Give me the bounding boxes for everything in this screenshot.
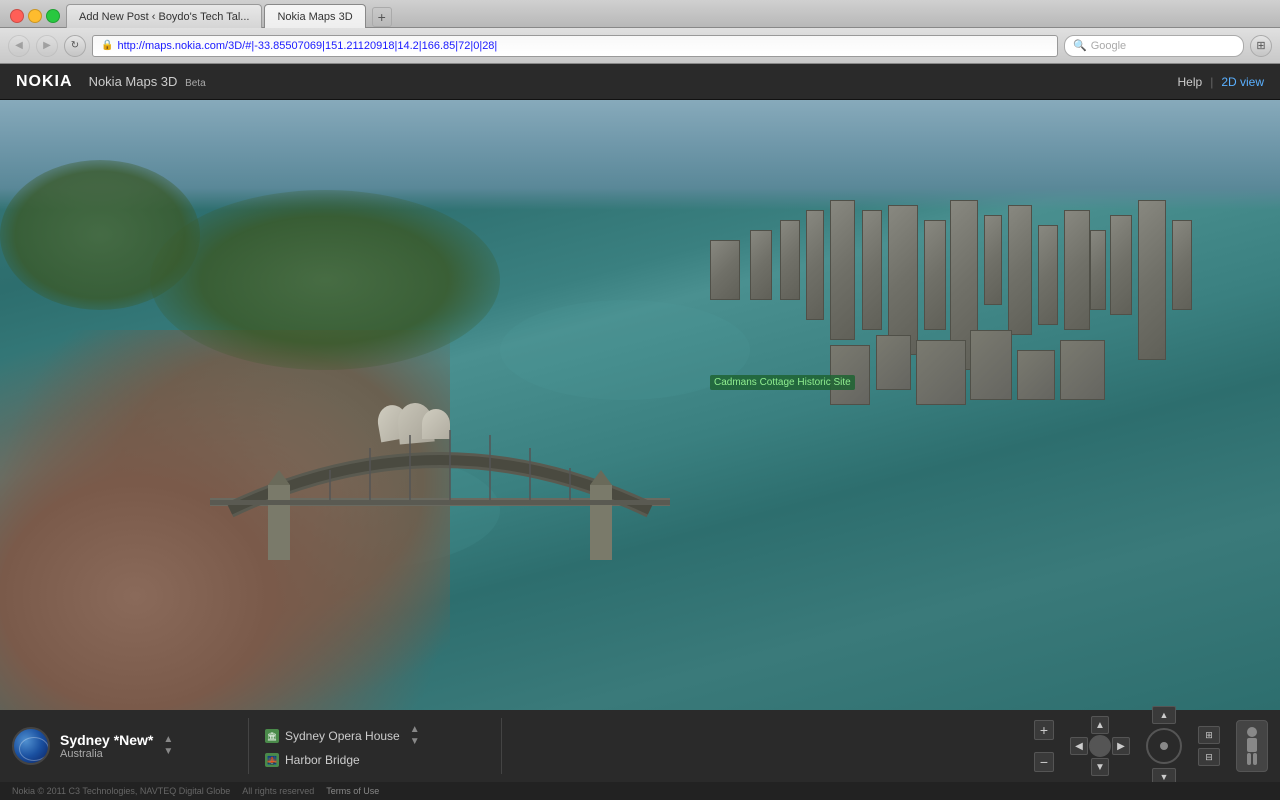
pan-up-button[interactable]: ▲ (1091, 716, 1109, 734)
rss-button[interactable]: ⊞ (1250, 35, 1272, 57)
tilt-controls: ▲ ▼ (1146, 706, 1182, 786)
poi-icon-1: 🏛 (265, 729, 279, 743)
poi-1-down[interactable]: ▼ (410, 737, 420, 747)
harbor-bridge (180, 430, 700, 560)
directional-pad: ▲ ▼ ◀ ▶ (1070, 716, 1130, 776)
reload-button[interactable]: ↻ (64, 35, 86, 57)
poi-section: 🏛 Sydney Opera House ▲ ▼ 🌉 Harbor Bridge (265, 710, 485, 782)
search-field[interactable]: 🔍 Google (1064, 35, 1244, 57)
pan-left-button[interactable]: ◀ (1070, 737, 1088, 755)
forward-button[interactable]: ▶ (36, 35, 58, 57)
tilt-indicator (1160, 742, 1168, 750)
app-bar: NOKIA Nokia Maps 3D Beta Help | 2D view (0, 64, 1280, 100)
browser-window: Add New Post ‹ Boydo's Tech Tal... Nokia… (0, 0, 1280, 800)
footer-copyright: Nokia © 2011 C3 Technologies, NAVTEQ Dig… (12, 786, 230, 796)
minimize-button[interactable] (28, 9, 42, 23)
navigation-controls: + − ▲ ▼ ◀ ▶ ▲ ▼ (1034, 710, 1268, 782)
back-button[interactable]: ◀ (8, 35, 30, 57)
poi-label-1: Sydney Opera House (285, 729, 400, 743)
tilt-up-button[interactable]: ▲ (1152, 706, 1176, 724)
location-down-arrow[interactable]: ▼ (163, 747, 173, 757)
parkland-west (0, 160, 200, 310)
new-tab-button[interactable]: + (372, 7, 392, 27)
bottom-main: Sydney *New* Australia ▲ ▼ 🏛 Sydney Oper… (0, 710, 1280, 782)
tab-bar: Add New Post ‹ Boydo's Tech Tal... Nokia… (0, 0, 1280, 28)
address-text: http://maps.nokia.com/3D/#|-33.85507069|… (117, 40, 1049, 52)
nokia-logo: NOKIA (16, 73, 73, 91)
poi-1-up[interactable]: ▲ (410, 725, 420, 735)
close-button[interactable] (10, 9, 24, 23)
sky-layer (0, 100, 1280, 210)
divider-2 (501, 718, 502, 774)
poi-item-2: 🌉 Harbor Bridge (265, 753, 485, 767)
view-mode-controls: ⊞ ⊟ (1198, 726, 1220, 766)
address-field[interactable]: 🔒 http://maps.nokia.com/3D/#|-33.8550706… (92, 35, 1058, 57)
app-title: Nokia Maps 3D Beta (89, 74, 206, 89)
search-icon: 🔍 (1073, 39, 1087, 52)
tab-nokia[interactable]: Nokia Maps 3D (264, 4, 365, 28)
view-mode-btn-1[interactable]: ⊞ (1198, 726, 1220, 744)
map-container[interactable]: Cadmans Cottage Historic Site (0, 100, 1280, 710)
pan-down-button[interactable]: ▼ (1091, 758, 1109, 776)
cadmans-cottage-label: Cadmans Cottage Historic Site (710, 375, 855, 390)
zoom-controls: + − (1034, 720, 1054, 772)
view-toggle-link[interactable]: 2D view (1221, 75, 1264, 89)
poi-1-arrows[interactable]: ▲ ▼ (410, 725, 420, 747)
view-mode-btn-2[interactable]: ⊟ (1198, 748, 1220, 766)
lock-icon: 🔒 (101, 40, 113, 51)
map-background: Cadmans Cottage Historic Site (0, 100, 1280, 710)
location-section: Sydney *New* Australia ▲ ▼ (12, 710, 232, 782)
divider-1 (248, 718, 249, 774)
poi-label-2: Harbor Bridge (285, 753, 360, 767)
tilt-arc[interactable] (1146, 728, 1182, 764)
app-bar-right: Help | 2D view (1178, 75, 1265, 89)
zoom-in-button[interactable]: + (1034, 720, 1054, 740)
footer-terms-link[interactable]: Terms of Use (326, 786, 379, 796)
help-link[interactable]: Help (1178, 75, 1203, 89)
bridge-svg (180, 430, 700, 560)
poi-icon-2: 🌉 (265, 753, 279, 767)
search-placeholder: Google (1091, 40, 1126, 52)
location-info: Sydney *New* Australia (60, 732, 153, 760)
poi-item-1: 🏛 Sydney Opera House ▲ ▼ (265, 725, 485, 747)
maximize-button[interactable] (46, 9, 60, 23)
address-bar: ◀ ▶ ↻ 🔒 http://maps.nokia.com/3D/#|-33.8… (0, 28, 1280, 64)
tab-blog[interactable]: Add New Post ‹ Boydo's Tech Tal... (66, 4, 262, 28)
tab-blog-label: Add New Post ‹ Boydo's Tech Tal... (79, 11, 249, 23)
footer-rights: All rights reserved (242, 786, 314, 796)
zoom-out-button[interactable]: − (1034, 752, 1054, 772)
streetview-person-icon[interactable] (1236, 720, 1268, 772)
bottom-footer: Nokia © 2011 C3 Technologies, NAVTEQ Dig… (0, 782, 1280, 800)
city-country: Australia (60, 748, 153, 760)
location-up-arrow[interactable]: ▲ (163, 735, 173, 745)
tab-nokia-label: Nokia Maps 3D (277, 11, 352, 23)
separator: | (1210, 75, 1213, 89)
parkland-center (150, 190, 500, 370)
location-nav-arrows[interactable]: ▲ ▼ (163, 735, 173, 757)
globe-icon (12, 727, 50, 765)
bottom-bar: Sydney *New* Australia ▲ ▼ 🏛 Sydney Oper… (0, 710, 1280, 800)
window-controls (4, 0, 66, 27)
city-name: Sydney *New* (60, 732, 153, 748)
pan-right-button[interactable]: ▶ (1112, 737, 1130, 755)
beta-badge: Beta (185, 78, 206, 89)
pan-center-button[interactable] (1089, 735, 1111, 757)
